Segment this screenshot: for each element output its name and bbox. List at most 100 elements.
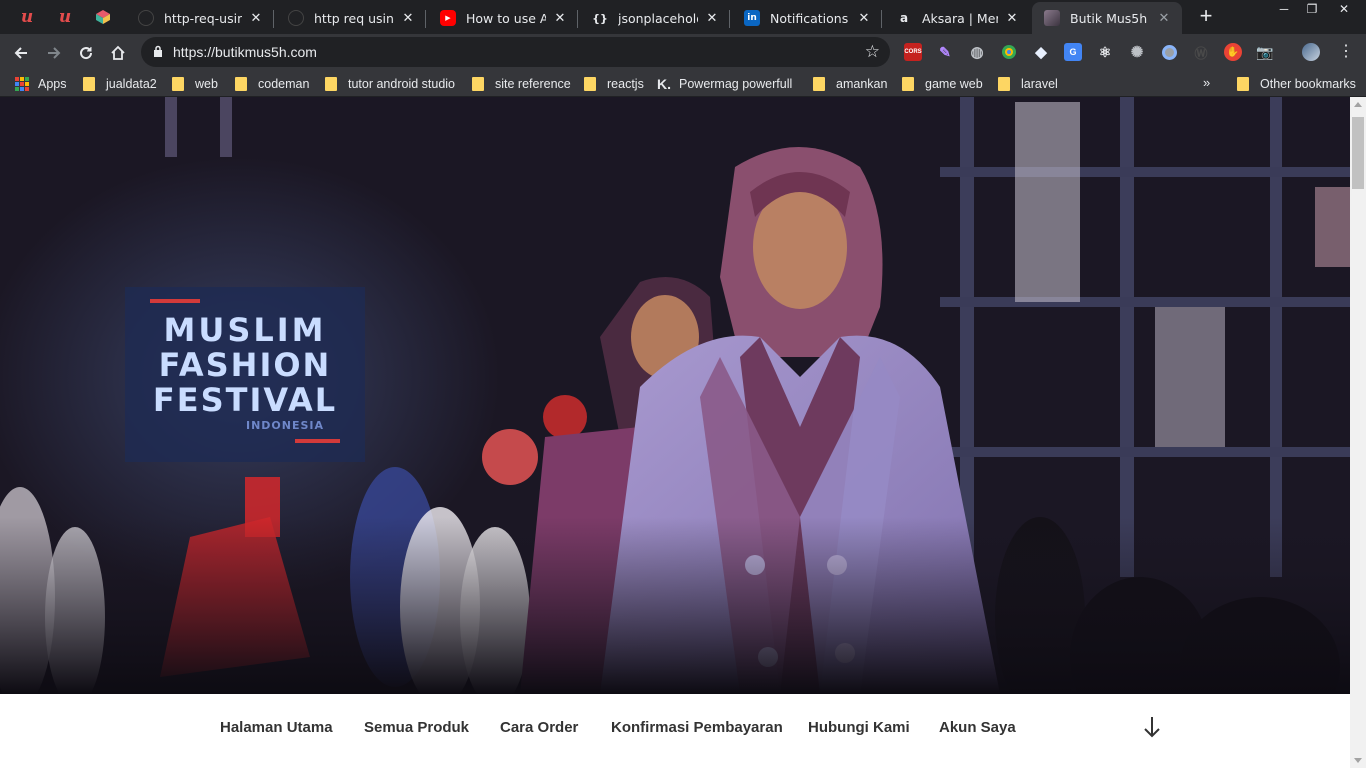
hero-image: MUSLIM FASHION FESTIVAL INDONESIA	[0, 97, 1350, 694]
profile-avatar[interactable]	[1302, 43, 1320, 61]
url-input[interactable]	[173, 42, 853, 62]
kebab-menu-icon[interactable]: ⋮	[1338, 41, 1354, 61]
close-icon[interactable]: ✕	[1156, 11, 1172, 26]
bookmark-folder-codeman[interactable]: codeman	[235, 75, 309, 93]
translate-extension-icon[interactable]: G	[1064, 43, 1082, 61]
u-logo-icon: u	[58, 7, 72, 27]
tab-http-req-1[interactable]: http-req-using-a ✕	[126, 2, 274, 34]
bookmark-label: site reference	[495, 77, 571, 91]
bookmark-folder-game-web[interactable]: game web	[902, 75, 983, 93]
close-window-button[interactable]: ✕	[1330, 0, 1358, 18]
home-icon	[111, 45, 125, 60]
close-icon[interactable]: ✕	[856, 11, 872, 26]
hand-extension-icon[interactable]: ✋	[1224, 43, 1242, 61]
tab-title: Butik Mus5h	[1070, 10, 1148, 26]
bookmark-star-icon[interactable]: ☆	[865, 42, 880, 62]
nav-semua-produk[interactable]: Semua Produk	[364, 719, 469, 736]
circle-extension-icon[interactable]	[1160, 43, 1178, 61]
page-viewport: MUSLIM FASHION FESTIVAL INDONESIA Halama…	[0, 97, 1350, 768]
u-logo-icon: u	[20, 7, 34, 27]
bookmark-folder-site-reference[interactable]: site reference	[472, 75, 571, 93]
close-icon[interactable]: ✕	[400, 11, 416, 26]
bookmark-label: Powermag powerfull	[679, 77, 793, 91]
braces-icon: {}	[592, 11, 608, 25]
react-extension-icon[interactable]: ⚛	[1096, 43, 1114, 61]
globe-extension-icon[interactable]: ◍	[968, 43, 986, 61]
folder-icon	[172, 77, 184, 91]
folder-icon	[813, 77, 825, 91]
tab-jsonplaceholder[interactable]: {} jsonplaceholder ✕	[580, 2, 730, 34]
bookmark-folder-other[interactable]: Other bookmarks	[1237, 75, 1356, 93]
nav-cara-order[interactable]: Cara Order	[500, 719, 578, 736]
cors-extension-icon[interactable]: CORS	[904, 43, 922, 61]
bookmark-label: tutor android studio	[348, 77, 456, 91]
bookmark-folder-laravel[interactable]: laravel	[998, 75, 1058, 93]
tab-aksara[interactable]: a Aksara | Merang ✕	[884, 2, 1030, 34]
github-icon	[138, 10, 154, 26]
restore-button[interactable]: ❐	[1298, 0, 1326, 18]
tab-title: Notifications | Li	[770, 10, 850, 26]
bookmark-folder-web[interactable]: web	[172, 75, 218, 93]
github-icon	[288, 10, 304, 26]
folder-icon	[902, 77, 914, 91]
diamond-extension-icon[interactable]: ◆	[1032, 43, 1050, 61]
tab-linkedin[interactable]: in Notifications | Li ✕	[732, 2, 882, 34]
scroll-down-arrow-icon[interactable]	[1141, 714, 1163, 740]
bookmark-folder-tutor-android-studio[interactable]: tutor android studio	[325, 75, 455, 93]
close-icon[interactable]: ✕	[1004, 11, 1020, 26]
pinned-tab-2[interactable]: u	[46, 0, 84, 34]
folder-icon	[235, 77, 247, 91]
folder-icon	[83, 77, 95, 91]
runway-photo: MUSLIM FASHION FESTIVAL INDONESIA	[0, 97, 1350, 694]
apps-grid-icon	[15, 77, 29, 91]
tab-http-req-2[interactable]: http req using a ✕	[276, 2, 426, 34]
sign-line-4: INDONESIA	[246, 419, 324, 432]
bookmark-label: jualdata2	[106, 77, 157, 91]
nav-halaman-utama[interactable]: Halaman Utama	[220, 719, 333, 736]
feather-extension-icon[interactable]: ✎	[936, 43, 954, 61]
arrow-right-icon	[48, 47, 61, 59]
wordpress-extension-icon[interactable]: Ⓦ	[1192, 43, 1210, 61]
bookmark-label: web	[195, 77, 218, 91]
youtube-icon: ▶	[440, 10, 456, 26]
scroll-down-icon[interactable]	[1354, 758, 1362, 763]
nav-hubungi-kami[interactable]: Hubungi Kami	[808, 719, 910, 736]
address-bar[interactable]: ☆	[141, 37, 890, 67]
pinned-tab-3[interactable]	[84, 0, 122, 34]
folder-icon	[584, 77, 596, 91]
tab-butik-mus5h[interactable]: Butik Mus5h ✕	[1032, 2, 1182, 34]
tab-title: Aksara | Merang	[922, 10, 998, 26]
close-icon[interactable]: ✕	[248, 11, 264, 26]
bookmark-label: reactjs	[607, 77, 644, 91]
tab-youtube[interactable]: ▶ How to use Axio ✕	[428, 2, 578, 34]
colorful-extension-icon[interactable]	[1000, 43, 1018, 61]
home-button[interactable]	[103, 38, 133, 68]
scrollbar-thumb[interactable]	[1352, 117, 1364, 189]
cors-label: CORS	[904, 49, 922, 55]
folder-icon	[472, 77, 484, 91]
bookmark-powermag[interactable]: K. Powermag powerfull	[657, 75, 792, 93]
scroll-up-arrow-icon[interactable]	[1354, 102, 1362, 107]
bookmark-apps[interactable]: Apps	[15, 75, 67, 93]
reload-icon	[80, 47, 93, 60]
minimize-button[interactable]: ─	[1270, 0, 1298, 18]
bookmark-label: Apps	[38, 77, 67, 91]
bookmark-folder-jualdata2[interactable]: jualdata2	[83, 75, 157, 93]
camera-extension-icon[interactable]: 📷	[1256, 43, 1274, 61]
page-scrollbar[interactable]	[1350, 97, 1366, 768]
close-icon[interactable]: ✕	[552, 11, 568, 26]
close-icon[interactable]: ✕	[704, 11, 720, 26]
nav-konfirmasi-pembayaran[interactable]: Konfirmasi Pembayaran	[611, 719, 783, 736]
browser-toolbar: ☆ CORS ✎ ◍ ◆ G ⚛ ✺ Ⓦ ✋ 📷 ⋮	[0, 34, 1366, 71]
forward-button[interactable]	[39, 38, 69, 68]
bookmark-folder-amankan[interactable]: amankan	[813, 75, 887, 93]
gear-extension-icon[interactable]: ✺	[1128, 43, 1146, 61]
new-tab-button[interactable]: +	[1193, 4, 1219, 30]
bookmark-folder-reactjs[interactable]: reactjs	[584, 75, 644, 93]
nav-akun-saya[interactable]: Akun Saya	[939, 719, 1016, 736]
pinned-tab-1[interactable]: u	[8, 0, 46, 34]
reload-button[interactable]	[71, 38, 101, 68]
bookmark-label: game web	[925, 77, 983, 91]
back-button[interactable]	[6, 38, 36, 68]
bookmarks-overflow-button[interactable]: »	[1203, 75, 1210, 90]
